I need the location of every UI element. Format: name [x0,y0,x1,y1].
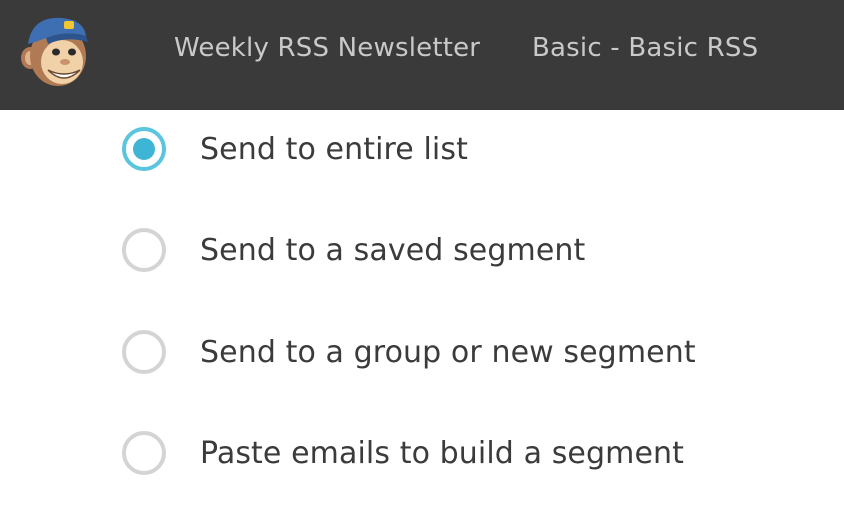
radio-button[interactable] [122,228,166,272]
template-name-link[interactable]: Basic - Basic RSS [532,33,758,63]
option-group-or-new-segment[interactable]: Send to a group or new segment [122,325,696,379]
radio-button[interactable] [122,431,166,475]
option-entire-list[interactable]: Send to entire list [122,122,468,176]
option-saved-segment[interactable]: Send to a saved segment [122,223,585,277]
option-label: Send to a saved segment [200,232,586,268]
option-label: Send to entire list [200,131,468,167]
radio-button[interactable] [122,330,166,374]
campaign-name-link[interactable]: Weekly RSS Newsletter [174,33,480,63]
chimp-mascot-icon[interactable] [18,12,90,92]
option-label: Paste emails to build a segment [200,435,684,471]
top-header-bar: Weekly RSS Newsletter Basic - Basic RSS [0,0,844,110]
option-label: Send to a group or new segment [200,334,696,370]
radio-button-checked[interactable] [122,127,166,171]
option-paste-emails[interactable]: Paste emails to build a segment [122,426,684,480]
